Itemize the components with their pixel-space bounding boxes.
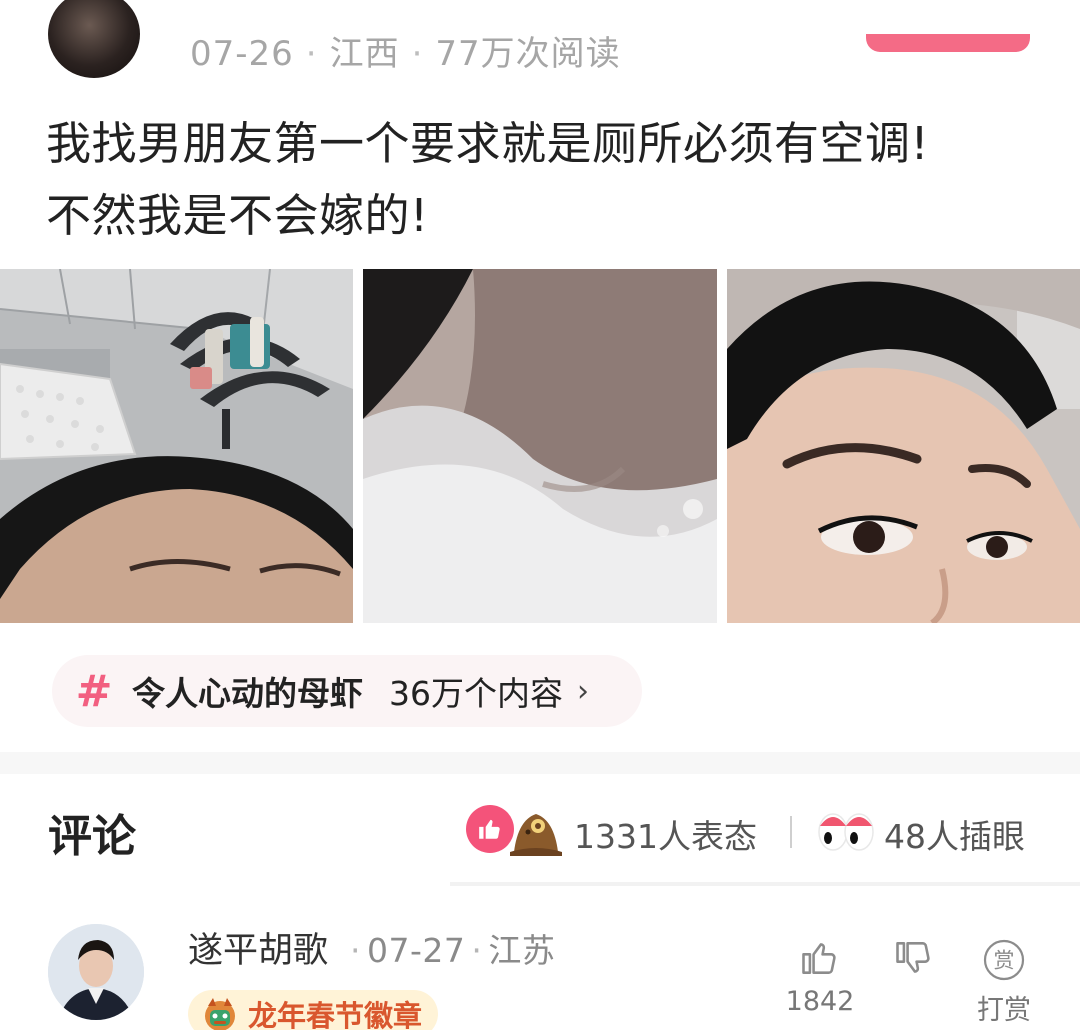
user-badge[interactable]: 龙年春节徽章 bbox=[188, 990, 438, 1030]
post-date: 07-26 bbox=[190, 34, 294, 74]
eyes-icon[interactable] bbox=[817, 806, 875, 854]
author-avatar[interactable] bbox=[48, 0, 140, 78]
comment-like-button[interactable]: 1842 bbox=[784, 936, 856, 1017]
post-reads: 77万次阅读 bbox=[435, 34, 621, 74]
post-body: 我找男朋友第一个要求就是厕所必须有空调! 不然我是不会嫁的! bbox=[46, 108, 1046, 252]
meta-separator: · bbox=[350, 931, 361, 970]
hashtag-icon: # bbox=[75, 665, 113, 717]
post-location: 江西 bbox=[329, 34, 400, 74]
post-text-line: 我找男朋友第一个要求就是厕所必须有空调! bbox=[46, 117, 930, 170]
comment-location: 江苏 bbox=[488, 931, 556, 970]
comment-tip-button[interactable]: 赏 打赏 bbox=[968, 938, 1040, 1027]
post-text-line: 不然我是不会嫁的! bbox=[46, 189, 429, 242]
commenter-name[interactable]: 遂平胡歌 bbox=[188, 922, 328, 973]
face-photo-image bbox=[727, 269, 1080, 623]
comment-date: 07-27 bbox=[367, 931, 466, 970]
post-header: 07-26 · 江西 · 77万次阅读 bbox=[0, 0, 1080, 90]
thumbs-up-outline-icon bbox=[802, 943, 836, 974]
meta-separator: · bbox=[471, 931, 483, 970]
topic-count: 36万个内容 bbox=[389, 674, 563, 713]
comment-meta: · 07-27 · 江苏 bbox=[344, 924, 555, 972]
chevron-right-icon: › bbox=[577, 673, 589, 709]
reward-icon: 赏 bbox=[983, 939, 1025, 981]
tip-label: 打赏 bbox=[977, 995, 1031, 1026]
reward-icon-glyph: 赏 bbox=[994, 949, 1015, 973]
dragon-badge-icon bbox=[205, 998, 235, 1030]
meta-separator: · bbox=[305, 34, 318, 74]
divider bbox=[790, 816, 792, 848]
post-meta: 07-26 · 江西 · 77万次阅读 bbox=[190, 26, 621, 75]
commenter-avatar[interactable] bbox=[48, 924, 144, 1020]
badge-label: 龙年春节徽章 bbox=[248, 999, 423, 1030]
meta-separator: · bbox=[411, 34, 424, 74]
avatar-image bbox=[48, 924, 144, 1020]
neck-photo-image bbox=[363, 269, 717, 623]
follow-button[interactable] bbox=[866, 34, 1030, 52]
divider bbox=[450, 882, 1080, 886]
post-detail-page: 07-26 · 江西 · 77万次阅读 我找男朋友第一个要求就是厕所必须有空调! 不然我… bbox=[0, 0, 1080, 1030]
thumbs-up-reaction-icon[interactable] bbox=[466, 805, 514, 853]
post-photo[interactable] bbox=[727, 269, 1080, 623]
topic-name: 令人心动的母虾 bbox=[132, 674, 363, 713]
eyes-count[interactable]: 48人插眼 bbox=[884, 810, 1025, 858]
thumbs-up-icon bbox=[479, 819, 500, 839]
section-divider bbox=[0, 752, 1080, 774]
post-photo[interactable] bbox=[0, 269, 353, 623]
like-count: 1842 bbox=[785, 986, 855, 1017]
comment-dislike-button[interactable] bbox=[878, 936, 950, 980]
mole-reaction-icon[interactable] bbox=[508, 802, 564, 858]
thumbs-down-outline-icon bbox=[896, 942, 930, 973]
comments-title: 评论 bbox=[48, 811, 136, 862]
topic-tag[interactable]: # 令人心动的母虾 36万个内容 › bbox=[52, 655, 642, 727]
bathroom-photo-image bbox=[0, 269, 353, 623]
post-photo[interactable] bbox=[363, 269, 717, 623]
reaction-count[interactable]: 1331人表态 bbox=[574, 810, 757, 858]
